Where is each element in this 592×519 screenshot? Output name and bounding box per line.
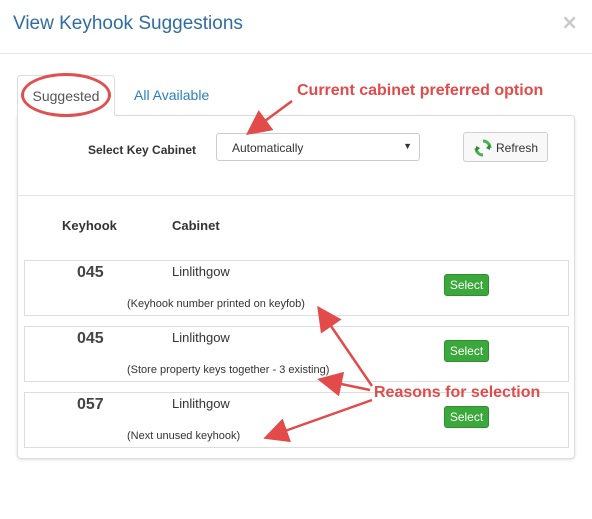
annotation-arrow <box>317 305 374 387</box>
annotation-arrow <box>245 99 293 135</box>
annotation-arrow <box>317 371 371 397</box>
annotation-arrows <box>245 99 374 443</box>
annotation-arrow <box>263 398 373 443</box>
